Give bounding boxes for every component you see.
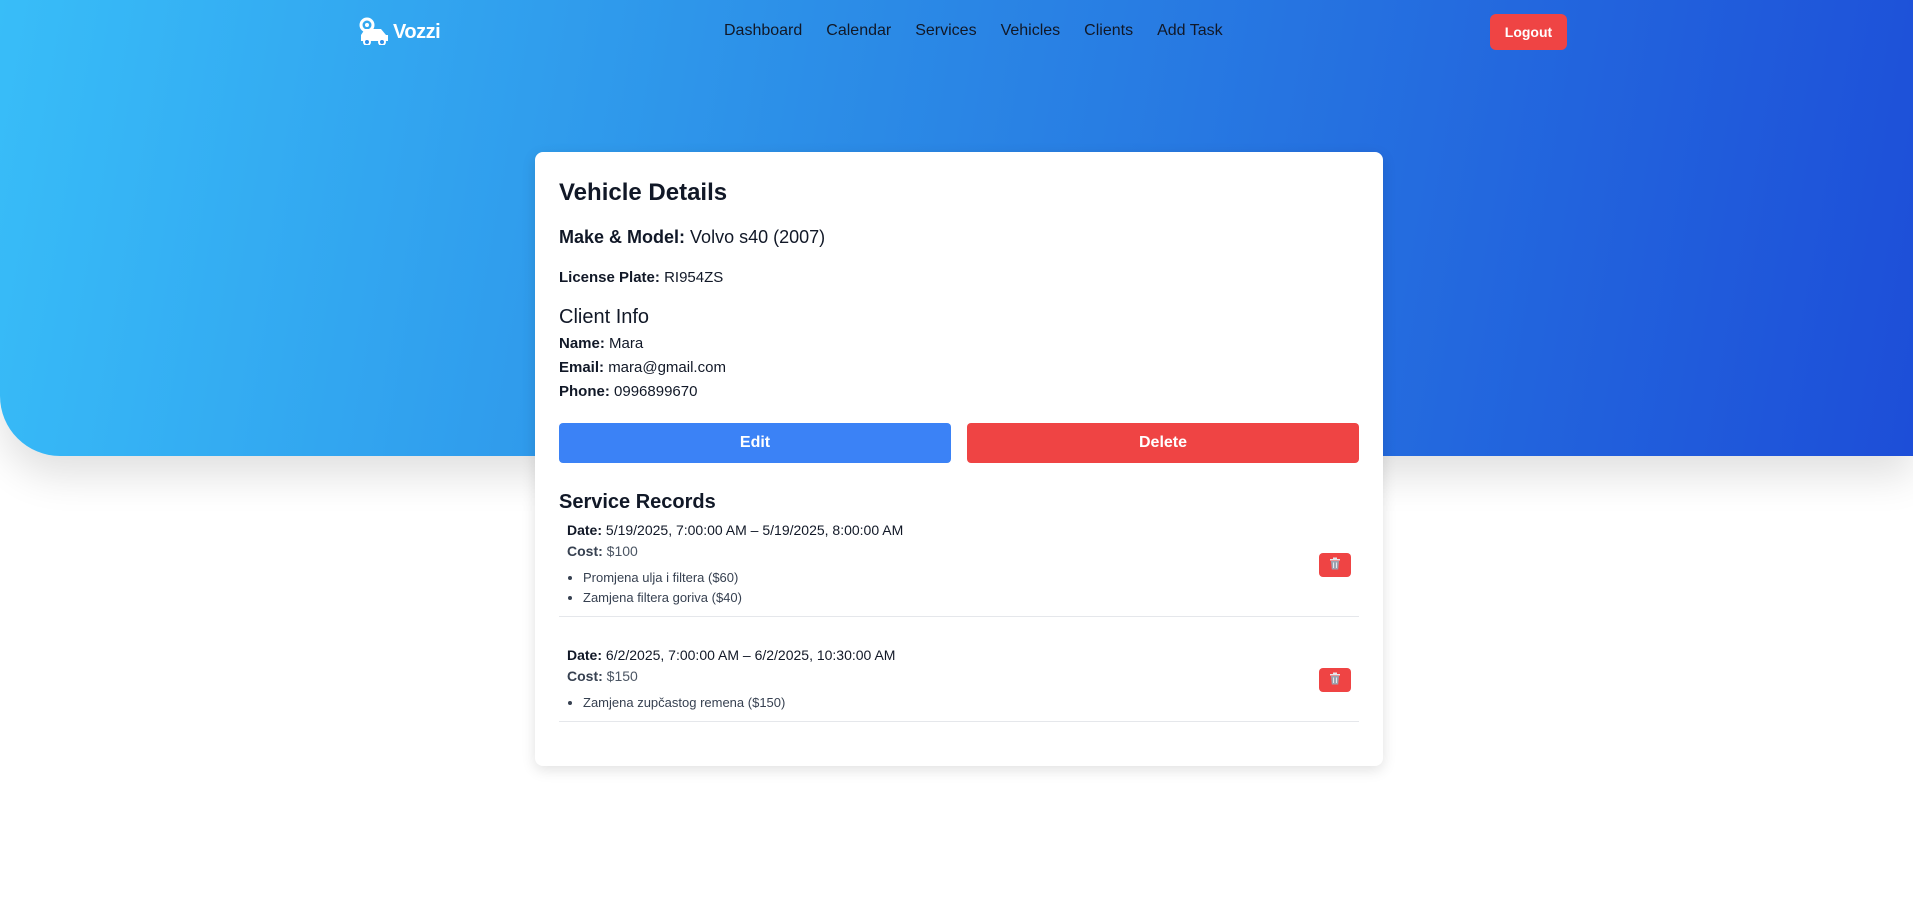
record-cost-label: Cost: [567, 543, 603, 559]
nav-add-task[interactable]: Add Task [1157, 22, 1223, 40]
license-plate-label: License Plate: [559, 269, 660, 286]
delete-button[interactable]: Delete [967, 423, 1359, 463]
license-plate-value: RI954ZS [664, 269, 724, 286]
client-email-row: Email: mara@gmail.com [559, 359, 1359, 377]
record-date-row: Date: 5/19/2025, 7:00:00 AM – 5/19/2025,… [567, 522, 1351, 538]
client-name-row: Name: Mara [559, 335, 1359, 353]
nav-services[interactable]: Services [915, 22, 976, 40]
service-record: Date: 5/19/2025, 7:00:00 AM – 5/19/2025,… [559, 514, 1359, 617]
action-buttons: Edit Delete [559, 423, 1359, 463]
record-cost-value: $100 [606, 543, 638, 559]
record-date-label: Date: [567, 647, 603, 663]
nav-vehicles[interactable]: Vehicles [1001, 22, 1061, 40]
record-cost-label: Cost: [567, 668, 603, 684]
trash-icon [1329, 672, 1341, 688]
nav-dashboard[interactable]: Dashboard [724, 22, 802, 40]
client-email-label: Email: [559, 359, 605, 376]
nav-clients[interactable]: Clients [1084, 22, 1133, 40]
record-date-label: Date: [567, 522, 603, 538]
service-record: Date: 6/2/2025, 7:00:00 AM – 6/2/2025, 1… [559, 639, 1359, 722]
record-date-row: Date: 6/2/2025, 7:00:00 AM – 6/2/2025, 1… [567, 647, 1351, 663]
record-cost-row: Cost: $150 [567, 668, 1351, 684]
record-cost-value: $150 [606, 668, 638, 684]
logo[interactable]: Vozzi [357, 15, 441, 50]
record-services-list: Zamjena zupčastog remena ($150) [567, 693, 1351, 713]
delete-record-button[interactable] [1319, 553, 1351, 577]
car-gear-icon [357, 15, 391, 50]
top-navbar: Vozzi Dashboard Calendar Services Vehicl… [0, 0, 1913, 64]
record-date-value: 5/19/2025, 7:00:00 AM – 5/19/2025, 8:00:… [605, 522, 904, 538]
record-service-item: Promjena ulja i filtera ($60) [583, 568, 1351, 588]
nav-calendar[interactable]: Calendar [826, 22, 891, 40]
client-info-title: Client Info [559, 306, 650, 328]
logo-text: Vozzi [393, 21, 441, 43]
nav-links: Dashboard Calendar Services Vehicles Cli… [724, 22, 1247, 40]
client-name-value: Mara [609, 335, 644, 352]
record-service-item: Zamjena filtera goriva ($40) [583, 588, 1351, 608]
record-cost-row: Cost: $100 [567, 543, 1351, 559]
client-phone-value: 0996899670 [614, 383, 698, 400]
client-phone-row: Phone: 0996899670 [559, 383, 1359, 401]
edit-button[interactable]: Edit [559, 423, 951, 463]
record-date-value: 6/2/2025, 7:00:00 AM – 6/2/2025, 10:30:0… [605, 647, 896, 663]
record-services-list: Promjena ulja i filtera ($60) Zamjena fi… [567, 568, 1351, 608]
service-records-title: Service Records [559, 491, 716, 513]
record-service-item: Zamjena zupčastog remena ($150) [583, 693, 1351, 713]
delete-record-button[interactable] [1319, 668, 1351, 692]
client-phone-label: Phone: [559, 383, 610, 400]
make-model-row: Make & Model: Volvo s40 (2007) [559, 227, 1359, 248]
logout-button[interactable]: Logout [1490, 14, 1567, 50]
make-model-value: Volvo s40 (2007) [690, 227, 826, 247]
make-model-label: Make & Model: [559, 227, 686, 247]
client-email-value: mara@gmail.com [608, 359, 726, 376]
page-title: Vehicle Details [559, 179, 728, 206]
trash-icon [1329, 557, 1341, 573]
vehicle-details-card: Vehicle Details Make & Model: Volvo s40 … [535, 152, 1383, 766]
license-plate-row: License Plate: RI954ZS [559, 269, 1359, 286]
client-name-label: Name: [559, 335, 605, 352]
